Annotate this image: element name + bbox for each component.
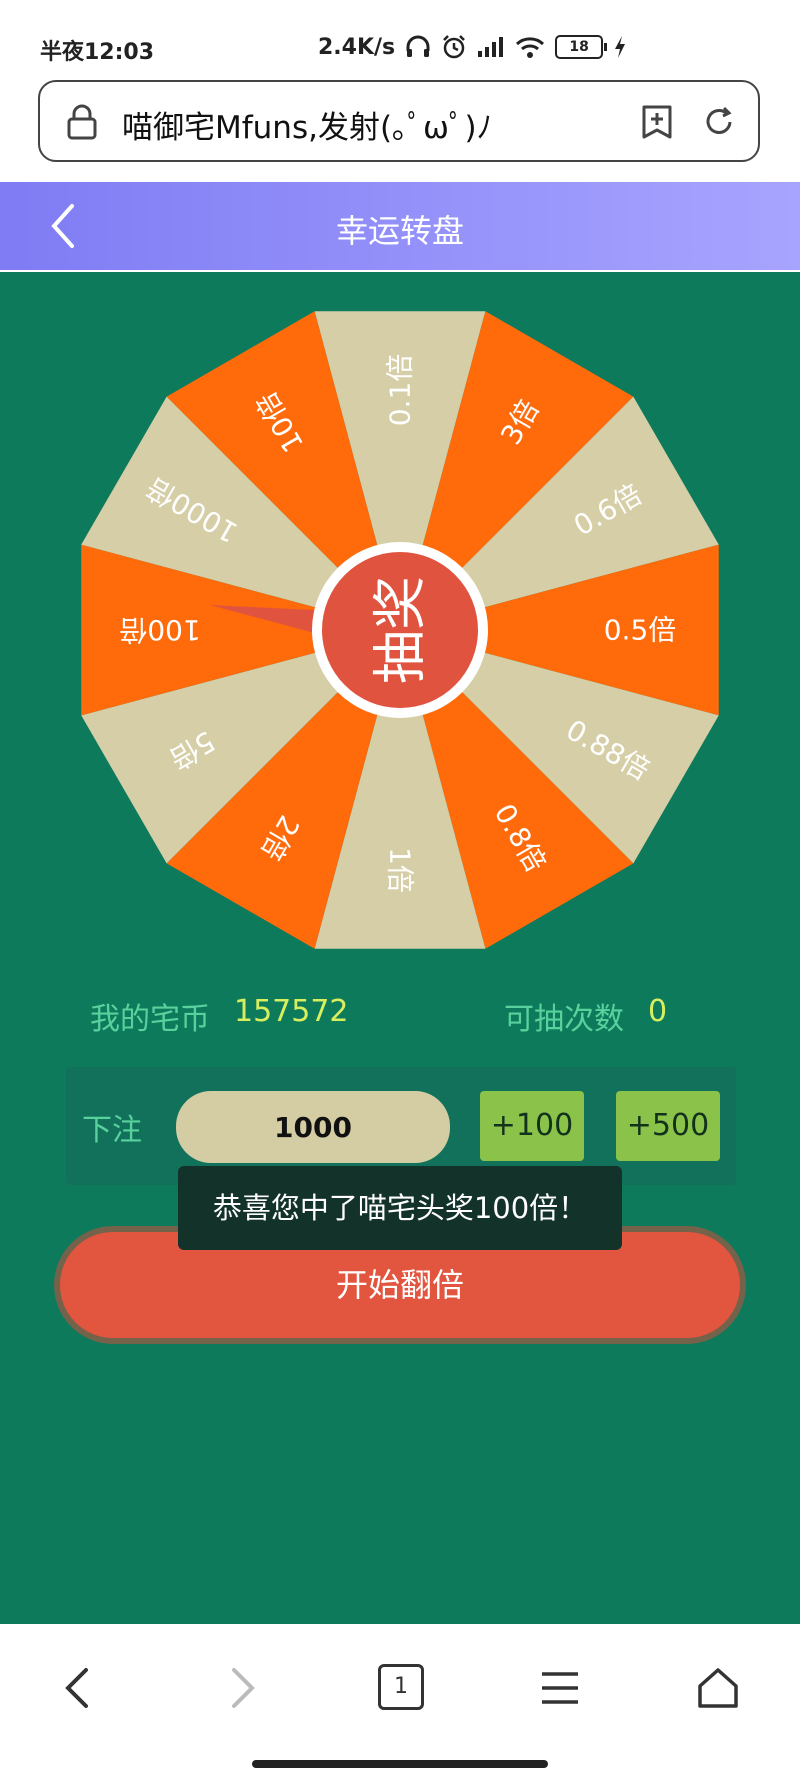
prize-wheel: 0.1倍 3倍0.6倍0.5倍0.88倍0.8倍1倍2倍5倍100倍1000倍10… [81,311,719,949]
status-time: 半夜12:03 [40,40,155,65]
draws-label: 可抽次数 [504,1002,624,1037]
spin-button-label[interactable]: 抽奖 [369,576,432,684]
alarm-icon [443,35,466,59]
status-icons: 2.4K/s 18 [318,34,627,60]
status-bar: 半夜12:03 2.4K/s 18 [0,0,800,80]
add-100-button[interactable]: +100 [480,1091,584,1161]
wheel-segment-label: 1倍 [384,847,417,893]
wheel-segment-label: 0.1倍 [384,354,417,427]
headphone-icon [406,35,430,57]
bet-label: 下注 [82,1113,142,1148]
browser-bottom-nav: 1 [0,1624,800,1778]
bet-amount-input[interactable] [176,1091,450,1163]
refresh-icon[interactable] [702,104,736,140]
menu-icon[interactable] [538,1666,582,1710]
forward-icon[interactable] [228,1666,258,1710]
back-nav-icon[interactable] [62,1666,92,1710]
coins-label: 我的宅币 [90,1002,210,1037]
wheel-segment-label: 100倍 [119,614,200,647]
bookmark-add-icon[interactable] [640,104,674,140]
tabs-icon[interactable]: 1 [378,1664,424,1710]
main-content: 0.1倍 3倍 0.6倍 0.5倍 0.88倍 0.8倍 1倍 2倍 5倍 100倍 1000倍 10… [0,272,800,1624]
wifi-icon [516,37,545,58]
lock-icon [67,104,97,140]
draws-value: 0 [648,994,668,1029]
battery-icon: 18 [555,35,608,59]
signal-icon [478,37,504,57]
prize-toast: 恭喜您中了喵宅头奖100倍！ [178,1166,622,1250]
address-bar[interactable]: 喵御宅Mfuns,发射(｡ﾟωﾟ)ﾉ [38,80,760,162]
home-icon[interactable] [696,1666,740,1710]
url-text[interactable]: 喵御宅Mfuns,发射(｡ﾟωﾟ)ﾉ [122,102,622,147]
home-indicator [252,1760,548,1768]
page-header: 幸运转盘 [0,182,800,270]
add-500-button[interactable]: +500 [616,1091,720,1161]
wheel-segment-label: 0.5倍 [604,614,677,647]
network-speed: 2.4K/s [318,34,396,60]
charging-icon [615,36,626,58]
page-title: 幸运转盘 [335,212,464,250]
coins-value: 157572 [234,994,349,1029]
